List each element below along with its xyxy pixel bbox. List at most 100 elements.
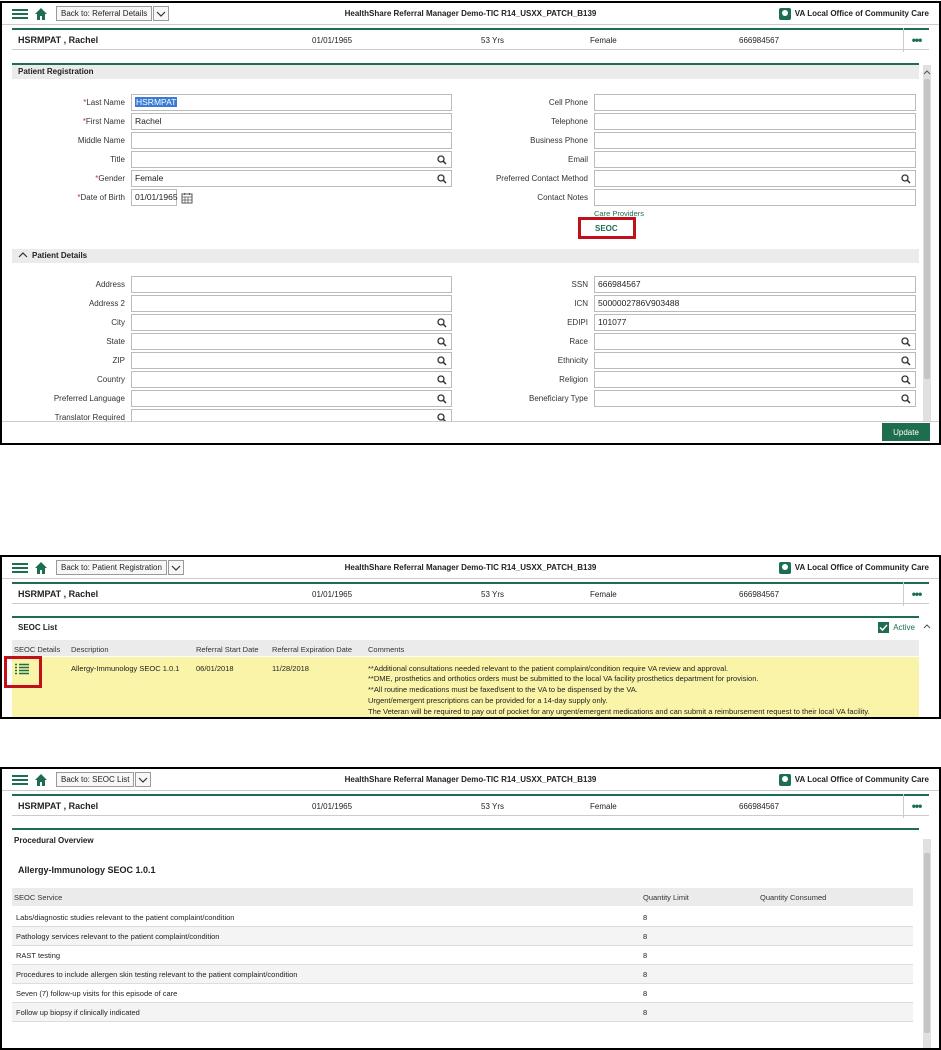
column-header[interactable]: Description <box>71 645 109 654</box>
search-icon[interactable] <box>437 155 447 165</box>
religion-input[interactable] <box>594 371 916 388</box>
back-button[interactable]: Back to: Referral Details <box>56 6 153 21</box>
preferred-contact-input[interactable] <box>594 170 916 187</box>
last-name-value: HSRMPAT <box>135 97 178 107</box>
field-email: Email <box>462 151 916 168</box>
title-label: Title <box>110 155 125 164</box>
scrollbar[interactable] <box>923 65 931 425</box>
back-button[interactable]: Back to: Patient Registration <box>56 560 167 575</box>
address-2-input[interactable] <box>131 295 452 312</box>
active-filter[interactable]: Active <box>878 622 915 633</box>
column-header[interactable]: Quantity Limit <box>643 893 689 902</box>
country-input[interactable] <box>131 371 452 388</box>
field-city: City <box>12 314 452 331</box>
more-options-icon[interactable]: ••• <box>903 582 929 606</box>
race-input[interactable] <box>594 333 916 350</box>
cell-phone-input[interactable] <box>594 94 916 111</box>
search-icon[interactable] <box>437 394 447 404</box>
menu-icon[interactable] <box>12 8 28 19</box>
search-icon[interactable] <box>437 337 447 347</box>
icn-input[interactable]: 5000002786V903488 <box>594 295 916 312</box>
more-options-icon[interactable]: ••• <box>903 28 929 52</box>
search-icon[interactable] <box>901 394 911 404</box>
column-header[interactable]: SEOC Service <box>14 893 62 902</box>
first-name-input[interactable]: Rachel <box>131 113 452 130</box>
column-header[interactable]: Comments <box>368 645 404 654</box>
back-button[interactable]: Back to: SEOC List <box>56 772 135 787</box>
office-label[interactable]: VA Local Office of Community Care <box>778 773 929 786</box>
table-row[interactable]: RAST testing 8 <box>12 946 913 965</box>
calendar-icon[interactable] <box>181 192 193 204</box>
scroll-up-icon[interactable] <box>923 623 931 629</box>
search-icon[interactable] <box>901 375 911 385</box>
business-phone-input[interactable] <box>594 132 916 149</box>
beneficiary-type-input[interactable] <box>594 390 916 407</box>
home-icon[interactable] <box>34 561 48 575</box>
chevron-down-icon[interactable] <box>153 6 170 21</box>
quantity-limit: 8 <box>643 989 648 998</box>
table-row[interactable]: Pathology services relevant to the patie… <box>12 927 913 946</box>
table-row[interactable]: Labs/diagnostic studies relevant to the … <box>12 908 913 927</box>
gender-input[interactable]: Female <box>131 170 452 187</box>
city-input[interactable] <box>131 314 452 331</box>
field-preferred-language: Preferred Language <box>12 390 452 407</box>
email-input[interactable] <box>594 151 916 168</box>
field-first-name: *First Name Rachel <box>12 113 452 130</box>
contact-notes-input[interactable] <box>594 189 916 206</box>
search-icon[interactable] <box>901 356 911 366</box>
seoc-service: Pathology services relevant to the patie… <box>16 932 220 941</box>
last-name-input[interactable]: HSRMPAT <box>131 94 452 111</box>
state-input[interactable] <box>131 333 452 350</box>
menu-icon[interactable] <box>12 562 28 573</box>
dob-input[interactable]: 01/01/1965 <box>131 189 178 206</box>
scroll-thumb[interactable] <box>924 853 930 1033</box>
ethnicity-input[interactable] <box>594 352 916 369</box>
office-icon <box>778 773 791 786</box>
search-icon[interactable] <box>901 174 911 184</box>
field-middle-name: Middle Name <box>12 132 452 149</box>
scroll-up-icon[interactable] <box>923 69 931 75</box>
patient-details-header[interactable]: Patient Details <box>12 249 919 263</box>
search-icon[interactable] <box>437 375 447 385</box>
search-icon[interactable] <box>437 356 447 366</box>
zip-input[interactable] <box>131 352 452 369</box>
preferred-language-input[interactable] <box>131 390 452 407</box>
home-icon[interactable] <box>34 7 48 21</box>
patient-gender: Female <box>590 802 617 811</box>
chevron-down-icon[interactable] <box>135 772 152 787</box>
update-button[interactable]: Update <box>882 423 930 441</box>
more-options-icon[interactable]: ••• <box>903 794 929 818</box>
home-icon[interactable] <box>34 773 48 787</box>
title-input[interactable] <box>131 151 452 168</box>
search-icon[interactable] <box>437 318 447 328</box>
address-input[interactable] <box>131 276 452 293</box>
menu-icon[interactable] <box>12 774 28 785</box>
dob-label: Date of Birth <box>80 193 125 202</box>
ssn-label: SSN <box>571 280 588 289</box>
table-row[interactable]: Procedures to include allergen skin test… <box>12 965 913 984</box>
table-row[interactable]: Seven (7) follow-up visits for this epis… <box>12 984 913 1003</box>
column-header[interactable]: Referral Expiration Date <box>272 645 352 654</box>
column-header[interactable]: Referral Start Date <box>196 645 259 654</box>
middle-name-input[interactable] <box>131 132 452 149</box>
office-label[interactable]: VA Local Office of Community Care <box>778 7 929 20</box>
edipi-input[interactable]: 101077 <box>594 314 916 331</box>
telephone-label: Telephone <box>551 117 588 126</box>
field-religion: Religion <box>462 371 916 388</box>
chevron-down-icon[interactable] <box>167 560 184 575</box>
column-header[interactable]: Quantity Consumed <box>760 893 826 902</box>
patient-banner: HSRMPAT , Rachel 01/01/1965 53 Yrs Femal… <box>12 582 929 606</box>
patient-ssn: 666984567 <box>739 36 780 45</box>
checkbox-checked-icon[interactable] <box>878 622 890 633</box>
scroll-thumb[interactable] <box>924 79 930 379</box>
search-icon[interactable] <box>437 174 447 184</box>
chevron-up-icon[interactable] <box>18 251 28 258</box>
ssn-input[interactable]: 666984567 <box>594 276 916 293</box>
office-label[interactable]: VA Local Office of Community Care <box>778 561 929 574</box>
telephone-input[interactable] <box>594 113 916 130</box>
office-icon <box>778 561 791 574</box>
table-row[interactable]: Follow up biopsy if clinically indicated… <box>12 1003 913 1022</box>
column-header[interactable]: SEOC Details <box>14 645 60 654</box>
scrollbar[interactable] <box>923 839 931 1048</box>
search-icon[interactable] <box>901 337 911 347</box>
